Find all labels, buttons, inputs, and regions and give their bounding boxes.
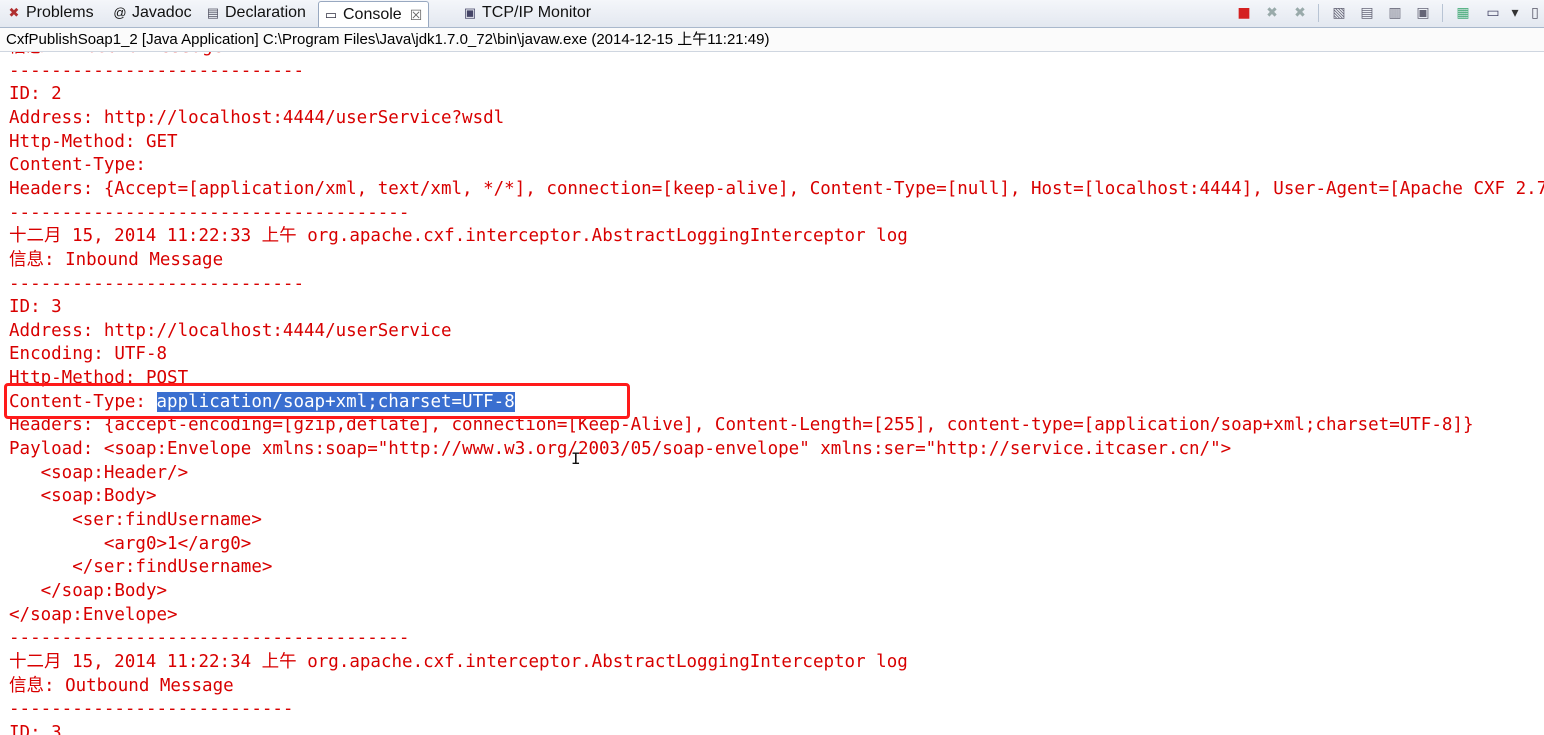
console-line: <soap:Header/> <box>9 462 189 483</box>
console-line: <arg0>1</arg0> <box>9 533 252 554</box>
tab-console[interactable]: ▭ Console ☒ <box>318 1 430 27</box>
console-line: ---------------------------- <box>9 60 305 81</box>
tab-label: Javadoc <box>132 4 192 21</box>
console-line: <ser:findUsername> <box>9 510 262 530</box>
console-line: ID: 3 <box>9 297 62 318</box>
tab-label: Console <box>343 5 402 23</box>
console-line: <soap:Body> <box>9 486 157 507</box>
remove-launch-icon[interactable]: ✖ <box>1263 4 1281 22</box>
console-line: Content-Type: <box>9 155 157 176</box>
console-line: ---------------------------- <box>9 273 305 294</box>
console-line: Http-Method: GET <box>9 131 178 152</box>
highlight-box <box>4 383 630 419</box>
display-selected-console-icon[interactable]: ▭ <box>1484 4 1502 22</box>
console-line: Encoding: UTF-8 <box>9 344 168 365</box>
console-line: 信息: Inbound Message <box>9 249 224 270</box>
console-launch-header: CxfPublishSoap1_2 [Java Application] C:\… <box>0 28 1544 52</box>
pin-console-icon[interactable]: ▦ <box>1454 4 1472 22</box>
close-icon[interactable]: ☒ <box>410 3 423 27</box>
console-line: ID: 2 <box>9 84 62 105</box>
tab-label: Problems <box>26 4 94 21</box>
console-line: --------------------------- <box>9 699 294 720</box>
monitor-icon: ▣ <box>463 5 477 20</box>
javadoc-icon: @ <box>113 5 127 20</box>
console-line: </ser:findUsername> <box>9 557 273 578</box>
console-line: Payload: <soap:Envelope xmlns:soap="http… <box>9 439 1232 460</box>
problems-icon: ✖ <box>8 5 20 20</box>
minimize-icon[interactable]: ▯ <box>1526 4 1544 22</box>
show-console-on-output-icon[interactable]: ▣ <box>1414 4 1432 22</box>
console-line: -------------------------------------- <box>9 202 410 223</box>
tab-javadoc[interactable]: @ Javadoc <box>112 1 192 25</box>
console-line: 十二月 15, 2014 11:22:34 上午 org.apache.cxf.… <box>9 651 908 672</box>
console-line: </soap:Body> <box>9 580 168 601</box>
tab-problems[interactable]: ✖ Problems <box>6 1 94 25</box>
console-icon: ▭ <box>324 6 338 22</box>
toolbar-separator <box>1442 4 1443 22</box>
console-line: 信息: Inbound Message <box>9 52 223 59</box>
console-line: Address: http://localhost:4444/userServi… <box>9 320 452 341</box>
console-line: </soap:Envelope> <box>9 604 178 625</box>
terminate-icon[interactable]: ■ <box>1235 4 1253 22</box>
scroll-lock-icon[interactable]: ▤ <box>1358 4 1376 22</box>
console-line: -------------------------------------- <box>9 628 410 649</box>
text-cursor-icon: I <box>571 449 581 468</box>
view-menu-icon[interactable]: ▾ <box>1506 4 1524 22</box>
tab-label: Declaration <box>225 4 306 21</box>
clear-console-icon[interactable]: ▧ <box>1330 4 1348 22</box>
remove-all-terminated-icon[interactable]: ✖ <box>1291 4 1309 22</box>
console-line: 信息: Outbound Message <box>9 675 234 696</box>
console-line: ID: 3 <box>9 722 62 735</box>
word-wrap-icon[interactable]: ▥ <box>1386 4 1404 22</box>
console-line: Headers: {Accept=[application/xml, text/… <box>9 178 1544 199</box>
console-line: Address: http://localhost:4444/userServi… <box>9 107 505 128</box>
declaration-icon: ▤ <box>206 5 220 20</box>
tab-label: TCP/IP Monitor <box>482 4 592 21</box>
tab-tcp-ip-monitor[interactable]: ▣ TCP/IP Monitor <box>462 1 591 25</box>
console-line: 十二月 15, 2014 11:22:33 上午 org.apache.cxf.… <box>9 226 908 247</box>
toolbar-separator <box>1318 4 1319 22</box>
view-tab-bar: ✖ Problems @ Javadoc ▤ Declaration ▭ Con… <box>0 0 1544 28</box>
tab-declaration[interactable]: ▤ Declaration <box>205 1 306 25</box>
